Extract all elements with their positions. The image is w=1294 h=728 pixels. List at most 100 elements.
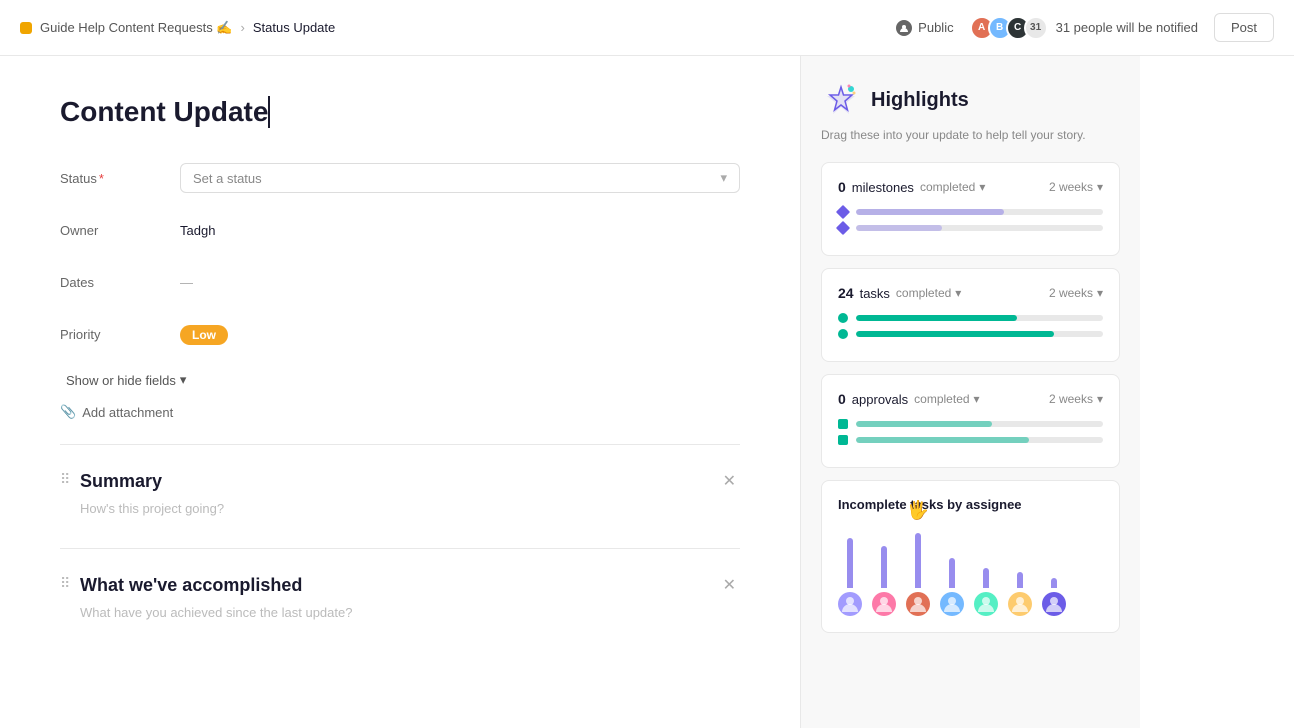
tasks-status[interactable]: completed ▾ [896,286,961,300]
owner-field: Tadgh [180,223,740,238]
breadcrumb-separator: › [241,20,245,35]
card-header-left: 0 milestones completed ▾ [838,179,985,195]
priority-badge: Low [180,325,228,345]
show-hide-row: Show or hide fields ▾ [60,368,740,392]
bar-row-2 [838,329,1103,339]
v-bar [1017,572,1023,588]
status-select[interactable]: Set a status ▾ [180,163,740,193]
bar-container [949,528,955,588]
card-timeframe[interactable]: 2 weeks ▾ [1049,180,1103,194]
bar-container [983,528,989,588]
card-timeframe[interactable]: 2 weeks ▾ [1049,286,1103,300]
bar-track [856,437,1103,443]
circle-icon [838,329,848,339]
summary-title: Summary [80,471,162,492]
public-label: Public [918,20,953,35]
owner-row: Owner Tadgh [60,212,740,248]
v-bar [881,546,887,588]
v-bar [949,558,955,588]
assignee-avatar [1042,592,1066,616]
bar-track [856,225,1103,231]
show-hide-label: Show or hide fields [66,373,176,388]
assignee-col [1042,528,1066,616]
assignee-bars: 🖐 [838,528,1103,616]
main-layout: Content Update Status* Set a status ▾ Ow… [0,56,1294,728]
approvals-status[interactable]: completed ▾ [914,392,979,406]
bar-container [915,528,921,588]
drag-handle-icon[interactable]: ⠿ [60,575,70,592]
tasks-label: tasks [860,286,890,301]
incomplete-tasks-card: Incomplete tasks by assignee [821,480,1120,633]
card-header-left: 24 tasks completed ▾ [838,285,961,301]
milestone-label: milestones [852,180,914,195]
page-title: Content Update [60,96,740,160]
assignee-col [974,528,998,616]
avatar-count: 31 [1024,16,1048,40]
status-label: Status* [60,171,180,186]
bar-row-1 [838,313,1103,323]
status-field: Set a status ▾ [180,163,740,193]
public-badge[interactable]: Public [896,20,953,36]
milestone-count: 0 [838,179,846,195]
milestone-status[interactable]: completed ▾ [920,180,985,194]
bar-track [856,331,1103,337]
assignee-avatar [974,592,998,616]
topbar: Guide Help Content Requests ✍️ › Status … [0,0,1294,56]
assignee-col [940,528,964,616]
left-content: Content Update Status* Set a status ▾ Ow… [0,56,800,728]
card-header: 0 milestones completed ▾ 2 weeks ▾ [838,179,1103,195]
highlights-icon [821,80,861,120]
section-header: Summary ✕ [80,469,740,493]
card-timeframe[interactable]: 2 weeks ▾ [1049,392,1103,406]
chevron-down-icon: ▾ [955,286,961,300]
priority-label: Priority [60,327,180,342]
summary-section: ⠿ Summary ✕ How's this project going? [60,469,740,516]
priority-field: Low [180,327,740,342]
breadcrumb-parent[interactable]: Guide Help Content Requests ✍️ [40,20,233,36]
bar-fill [856,209,1004,215]
public-icon [896,20,912,36]
card-header-left: 0 approvals completed ▾ [838,391,980,407]
accomplished-placeholder[interactable]: What have you achieved since the last up… [80,605,740,620]
drag-handle-icon[interactable]: ⠿ [60,471,70,488]
close-button-2[interactable]: ✕ [719,573,740,597]
assignee-col: 🖐 [906,528,930,616]
assignee-avatar [940,592,964,616]
bar-track [856,421,1103,427]
assignee-col [872,528,896,616]
v-bar [847,538,853,588]
project-dot [20,22,32,34]
highlights-subtitle: Drag these into your update to help tell… [821,128,1120,142]
bar-fill [856,437,1029,443]
bar-container [881,528,887,588]
notify-group: A B C 31 31 people will be notified [970,16,1198,40]
assignee-avatar [906,592,930,616]
close-button[interactable]: ✕ [719,469,740,493]
attachment-row[interactable]: 📎 Add attachment [60,404,740,420]
bar-fill [856,331,1054,337]
show-hide-button[interactable]: Show or hide fields ▾ [60,368,192,392]
right-panel: Highlights Drag these into your update t… [800,56,1140,728]
post-button[interactable]: Post [1214,13,1274,42]
bar-row-1 [838,207,1103,217]
square-icon [838,419,848,429]
bar-track [856,315,1103,321]
section-header-2: What we've accomplished ✕ [80,573,740,597]
diamond-icon [836,221,850,235]
card-header: 0 approvals completed ▾ 2 weeks ▾ [838,391,1103,407]
avatar-group: A B C 31 [970,16,1048,40]
assignee-avatar [872,592,896,616]
notify-text: 31 people will be notified [1056,20,1198,35]
bar-row-2 [838,435,1103,445]
approvals-card: 0 approvals completed ▾ 2 weeks ▾ [821,374,1120,468]
summary-placeholder[interactable]: How's this project going? [80,501,740,516]
dates-label: Dates [60,275,180,290]
tasks-card: 24 tasks completed ▾ 2 weeks ▾ [821,268,1120,362]
incomplete-tasks-title: Incomplete tasks by assignee [838,497,1103,512]
chevron-down-icon: ▾ [1097,392,1103,406]
highlights-header: Highlights [821,80,1120,120]
bar-track [856,209,1103,215]
chevron-down-icon: ▾ [974,392,980,406]
assignee-avatar [1008,592,1032,616]
highlights-title: Highlights [871,89,969,112]
